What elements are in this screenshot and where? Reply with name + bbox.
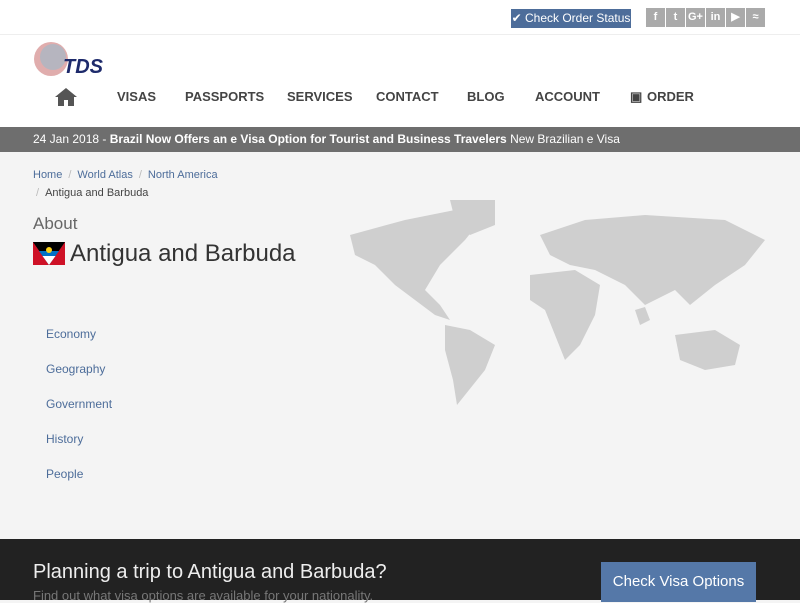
sidebar-item-economy[interactable]: Economy	[46, 327, 96, 341]
facebook-icon[interactable]: f	[646, 8, 665, 27]
breadcrumb-north-america[interactable]: North America	[148, 169, 218, 181]
nav-account[interactable]: ACCOUNT	[535, 90, 600, 104]
nav-services[interactable]: SERVICES	[287, 90, 353, 104]
news-ticker: 24 Jan 2018 - Brazil Now Offers an e Vis…	[0, 127, 800, 152]
sidebar-item-geography[interactable]: Geography	[46, 362, 105, 376]
rss-icon[interactable]: ≈	[746, 8, 765, 27]
cta-heading: Planning a trip to Antigua and Barbuda?	[33, 561, 387, 583]
nav-order[interactable]: ORDER	[647, 90, 694, 104]
sidebar-item-history[interactable]: History	[46, 432, 83, 446]
sidebar-item-government[interactable]: Government	[46, 397, 112, 411]
check-order-status-button[interactable]: ✔ Check Order Status	[511, 9, 631, 28]
nav-blog[interactable]: BLOG	[467, 90, 505, 104]
breadcrumb-current: Antigua and Barbuda	[45, 187, 149, 199]
youtube-icon[interactable]: ▶	[726, 8, 745, 27]
news-date: 24 Jan 2018 -	[33, 132, 110, 146]
nav-contact[interactable]: CONTACT	[376, 90, 439, 104]
country-title: Antigua and Barbuda	[70, 240, 296, 267]
home-icon[interactable]	[55, 88, 77, 109]
antigua-flag	[33, 242, 65, 265]
header: TDS VISAS PASSPORTS SERVICES CONTACT BLO…	[0, 35, 800, 127]
svg-text:TDS: TDS	[63, 56, 104, 78]
breadcrumb-world-atlas[interactable]: World Atlas	[77, 169, 132, 181]
top-bar: ✔ Check Order Status f t G+ in ▶ ≈	[0, 0, 800, 35]
world-map[interactable]	[345, 195, 770, 410]
cta-footer: Planning a trip to Antigua and Barbuda? …	[0, 539, 800, 603]
check-visa-options-button[interactable]: Check Visa Options	[601, 562, 756, 602]
tds-logo[interactable]: TDS	[33, 39, 123, 79]
news-headline[interactable]: Brazil Now Offers an e Visa Option for T…	[110, 132, 507, 146]
cta-subtext: Find out what visa options are available…	[33, 588, 374, 603]
about-label: About	[33, 214, 78, 233]
sidebar-item-people[interactable]: People	[46, 467, 83, 481]
breadcrumb-home[interactable]: Home	[33, 169, 62, 181]
breadcrumb: Home / World Atlas / North America	[33, 169, 218, 181]
news-link[interactable]: New Brazilian e Visa	[507, 132, 620, 146]
nav-visas[interactable]: VISAS	[117, 90, 156, 104]
google-plus-icon[interactable]: G+	[686, 8, 705, 27]
linkedin-icon[interactable]: in	[706, 8, 725, 27]
social-links: f t G+ in ▶ ≈	[646, 8, 765, 27]
main-nav: VISAS PASSPORTS SERVICES CONTACT BLOG AC…	[0, 88, 800, 114]
briefcase-icon: ▣	[630, 89, 643, 104]
nav-passports[interactable]: PASSPORTS	[185, 90, 264, 104]
twitter-icon[interactable]: t	[666, 8, 685, 27]
